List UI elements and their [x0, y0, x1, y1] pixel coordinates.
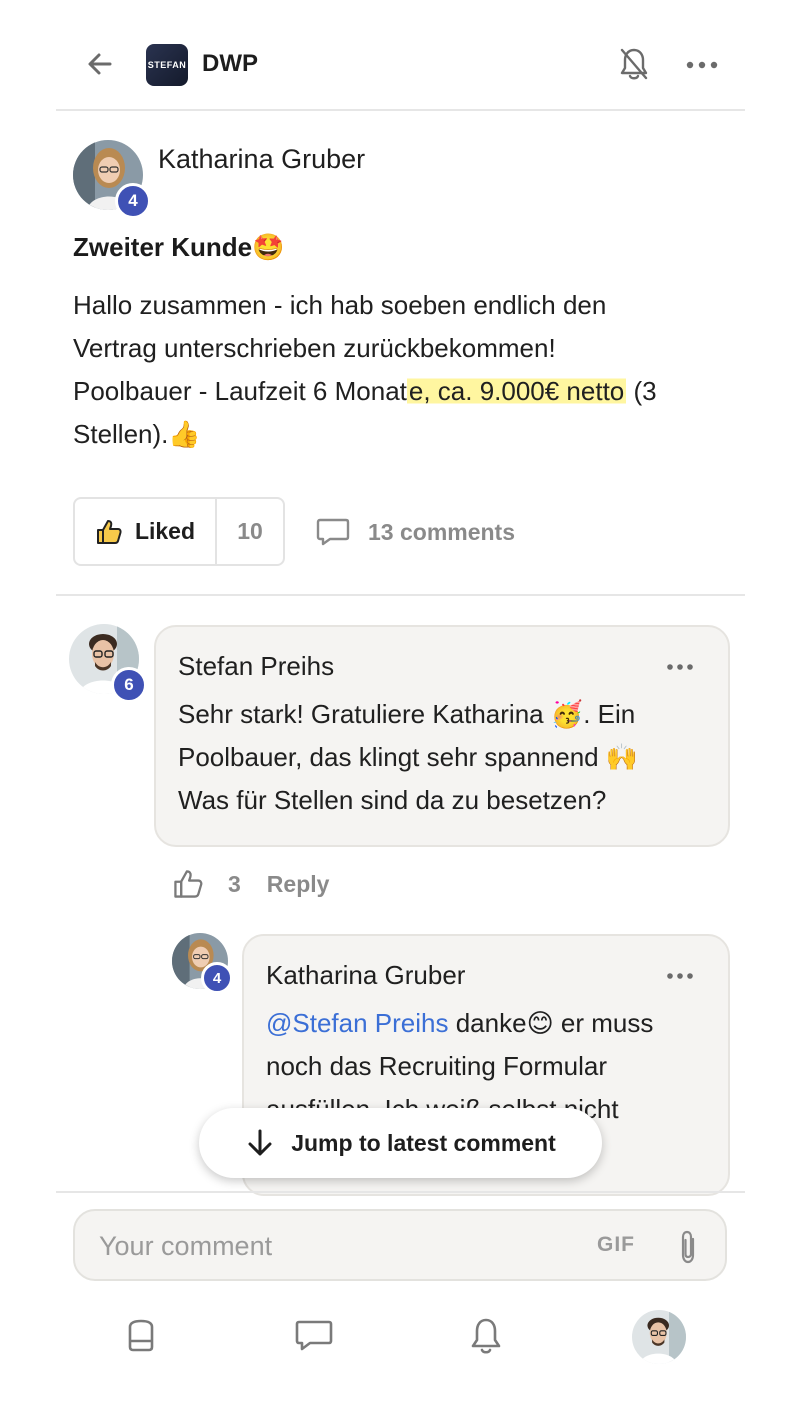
divider [56, 594, 745, 596]
star-struck-emoji: 🤩 [252, 232, 285, 262]
more-icon [667, 973, 693, 979]
post-body-line: Hallo zusammen - ich hab soeben endlich … [73, 290, 607, 320]
back-button[interactable] [80, 44, 120, 84]
reply-button[interactable]: Reply [267, 871, 330, 898]
like-count[interactable]: 10 [217, 499, 283, 564]
post-title-text: Zweiter Kunde [73, 232, 253, 262]
bell-icon [471, 1318, 501, 1354]
jump-to-latest-button[interactable]: Jump to latest comment [199, 1108, 602, 1178]
raising-hands-emoji: 🙌 [605, 742, 639, 772]
back-arrow-icon [88, 53, 112, 75]
like-button[interactable]: Liked [75, 499, 217, 564]
highlighted-text: e, ca. 9.000€ netto [406, 376, 627, 406]
reply-author-name[interactable]: Katharina Gruber [266, 960, 465, 991]
comment-line: Sehr stark! Gratuliere Katharina 🥳. Ein [178, 693, 718, 736]
comment-actions: 3 Reply [172, 864, 329, 904]
post-title: Zweiter Kunde 🤩 [73, 232, 285, 263]
top-bar: STEFAN DWP [56, 0, 745, 111]
party-face-emoji: 🥳 [550, 699, 584, 729]
thumbs-up-icon[interactable] [172, 868, 204, 900]
smiling-face-emoji: 😊 [526, 1008, 554, 1038]
more-icon [686, 61, 718, 69]
reply-text-part: er muss [553, 1008, 654, 1038]
home-icon [128, 1319, 154, 1352]
divider [56, 1191, 745, 1193]
reply-line: noch das Recruiting Formular [266, 1051, 608, 1081]
bell-off-icon [620, 48, 648, 80]
comment-like-count: 3 [228, 870, 241, 897]
post-body-line: Stellen).👍 [73, 413, 733, 456]
nav-chat[interactable] [292, 1314, 336, 1358]
author-level-badge: 6 [111, 667, 147, 703]
comment-author-name[interactable]: Stefan Preihs [178, 651, 334, 682]
more-options-button[interactable] [684, 50, 720, 80]
comment-text-part: . Ein [583, 699, 636, 729]
comment-input[interactable]: Your comment GIF [73, 1209, 727, 1281]
comments-count-link[interactable]: 13 comments [316, 512, 515, 552]
post-body-text: (3 [626, 376, 657, 406]
comment-text: Sehr stark! Gratuliere Katharina 🥳. Ein … [178, 693, 718, 822]
chat-icon [295, 1320, 333, 1351]
comments-count-label: 13 comments [368, 518, 516, 545]
comment-more-button[interactable] [662, 657, 698, 677]
thumbs-up-icon [96, 519, 122, 544]
nav-profile-avatar[interactable] [632, 1310, 686, 1364]
nav-home[interactable] [119, 1314, 163, 1358]
author-level-badge: 4 [201, 962, 233, 994]
post-body-text: Poolbauer - Laufzeit 6 Monat [73, 376, 407, 406]
more-icon [667, 664, 693, 670]
group-logo-text: STEFAN [147, 60, 187, 70]
gif-button[interactable]: GIF [597, 1233, 635, 1257]
liked-label: Liked [134, 518, 196, 544]
post-body: Hallo zusammen - ich hab soeben endlich … [73, 284, 733, 456]
arrow-down-icon [248, 1129, 272, 1156]
author-level-badge: 4 [115, 183, 151, 219]
group-title[interactable]: DWP [202, 50, 258, 78]
reply-text-part: danke [448, 1008, 527, 1038]
post-body-text: Stellen). [73, 419, 169, 449]
comment-line: Was für Stellen sind da zu besetzen? [178, 785, 607, 815]
paperclip-icon [681, 1230, 695, 1264]
comment-icon [316, 518, 350, 546]
post-author-name[interactable]: Katharina Gruber [158, 144, 365, 175]
attach-button[interactable] [673, 1227, 703, 1267]
thumbs-up-emoji: 👍 [168, 419, 201, 449]
like-control: Liked 10 [73, 497, 285, 566]
reply-line: @Stefan Preihs danke😊 er muss [266, 1002, 716, 1045]
comment-text-part: Sehr stark! Gratuliere Katharina [178, 699, 551, 729]
mute-notifications-button[interactable] [616, 44, 652, 84]
reply-more-button[interactable] [662, 966, 698, 986]
comment-input-placeholder: Your comment [99, 1231, 273, 1261]
avatar-man-image [632, 1310, 686, 1364]
mention-link[interactable]: @Stefan Preihs [266, 1008, 448, 1038]
nav-notifications[interactable] [464, 1314, 508, 1358]
comment-text-part: Poolbauer, das klingt sehr spannend [178, 742, 606, 772]
post-body-line: Vertrag unterschrieben zurückbekommen! [73, 333, 556, 363]
comment-line: Poolbauer, das klingt sehr spannend 🙌 [178, 736, 718, 779]
post-body-line: Poolbauer - Laufzeit 6 Monate, ca. 9.000… [73, 370, 733, 413]
comment-bubble: Stefan Preihs Sehr stark! Gratuliere Kat… [154, 625, 730, 847]
group-logo[interactable]: STEFAN [146, 44, 188, 86]
jump-to-latest-label: Jump to latest comment [291, 1129, 556, 1156]
